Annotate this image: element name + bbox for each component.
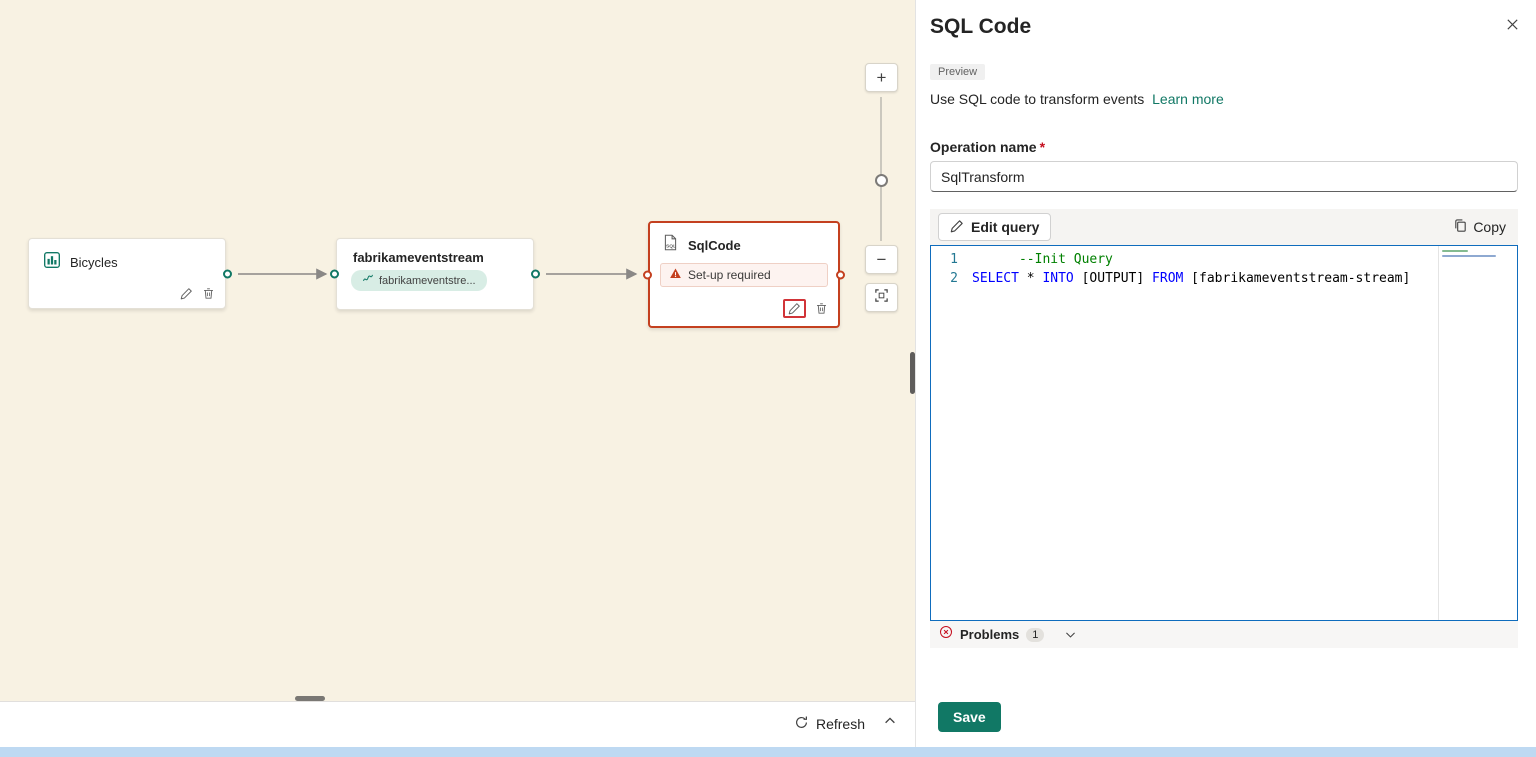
output-port[interactable]	[836, 270, 845, 279]
zoom-in-button[interactable]: +	[865, 63, 898, 92]
learn-more-link[interactable]: Learn more	[1152, 91, 1224, 107]
preview-badge: Preview	[930, 64, 986, 80]
refresh-icon	[794, 715, 809, 733]
refresh-button[interactable]: Refresh	[794, 715, 865, 733]
problems-bar[interactable]: Problems 1	[930, 621, 1518, 648]
problems-label: Problems	[960, 627, 1020, 642]
copy-label: Copy	[1473, 219, 1506, 235]
node-eventstream[interactable]: fabrikameventstream fabrikameventstre...	[330, 238, 540, 310]
zoom-out-button[interactable]: −	[865, 245, 898, 274]
close-panel-button[interactable]	[1505, 17, 1520, 35]
plus-icon: +	[876, 67, 887, 87]
error-circle-icon	[939, 625, 953, 644]
edit-query-label: Edit query	[971, 219, 1040, 235]
taskbar-edge	[0, 747, 1536, 757]
operation-name-label: Operation name *	[930, 139, 1046, 155]
canvas-footer: Refresh	[0, 701, 915, 745]
setup-required-label: Set-up required	[688, 268, 771, 282]
node-sqlcode-label: SqlCode	[688, 237, 741, 253]
expand-problems-chevron-icon[interactable]	[1064, 628, 1077, 641]
refresh-label: Refresh	[815, 715, 865, 732]
copy-icon	[1453, 218, 1468, 236]
edit-node-icon[interactable]	[180, 287, 193, 300]
node-eventstream-label: fabrikameventstream	[353, 250, 484, 265]
sql-code-editor[interactable]: 12 --Init Query SELECT * INTO [OUTPUT] FR…	[930, 245, 1518, 621]
fit-to-screen-button[interactable]	[865, 283, 898, 312]
panel-title: SQL Code	[930, 15, 1032, 38]
zoom-slider-handle[interactable]	[875, 174, 888, 187]
input-port[interactable]	[643, 270, 652, 279]
setup-required-badge: Set-up required	[660, 263, 828, 287]
output-port[interactable]	[531, 269, 540, 279]
node-bicycles[interactable]: Bicycles	[28, 238, 232, 309]
node-bicycles-label: Bicycles	[70, 255, 118, 270]
operation-name-input[interactable]	[930, 161, 1518, 192]
editor-toolbar: Edit query Copy	[930, 209, 1518, 245]
sql-code-panel: SQL Code Preview Use SQL code to transfo…	[915, 0, 1536, 747]
copy-button[interactable]: Copy	[1453, 218, 1506, 236]
minus-icon: −	[876, 249, 887, 269]
sql-document-icon: SQL	[662, 234, 679, 256]
problems-count-badge: 1	[1026, 627, 1045, 642]
minimap-line	[1442, 255, 1496, 257]
description-text: Use SQL code to transform events	[930, 91, 1145, 107]
line-numbers: 12	[950, 252, 958, 286]
close-icon	[1505, 17, 1520, 35]
output-port[interactable]	[223, 269, 232, 278]
eventstream-canvas[interactable]: Bicycles fabrikameventstream fabrikameve…	[0, 0, 915, 701]
edge-connections	[238, 268, 638, 280]
delete-node-icon[interactable]	[202, 287, 215, 300]
stream-icon	[362, 273, 374, 288]
minimap[interactable]	[1438, 246, 1506, 620]
stream-pill[interactable]: fabrikameventstre...	[351, 270, 487, 291]
code-lines[interactable]: --Init Query SELECT * INTO [OUTPUT] FROM …	[969, 246, 1517, 620]
collapse-chevron-icon[interactable]	[883, 714, 897, 733]
minimap-line	[1442, 250, 1468, 252]
panel-description: Use SQL code to transform events Learn m…	[930, 91, 1224, 107]
fit-to-screen-icon	[874, 288, 889, 308]
node-sqlcode[interactable]: SQL SqlCode Set-up required	[643, 221, 845, 328]
required-asterisk: *	[1039, 139, 1046, 155]
zoom-slider-track[interactable]	[880, 97, 882, 241]
warning-triangle-icon	[669, 267, 682, 283]
save-button[interactable]: Save	[938, 702, 1001, 732]
input-port[interactable]	[330, 269, 339, 279]
edit-node-icon-highlighted[interactable]	[783, 299, 806, 318]
editor-section: Edit query Copy 12 --Init Query SELECT * …	[930, 209, 1518, 648]
stream-pill-label: fabrikameventstre...	[379, 274, 476, 287]
bicycles-source-icon	[43, 251, 61, 274]
delete-node-icon[interactable]	[815, 302, 828, 315]
pencil-icon	[950, 219, 964, 236]
edit-query-button[interactable]: Edit query	[938, 213, 1052, 241]
svg-text:SQL: SQL	[666, 244, 676, 250]
eventstream-editor-screen: Bicycles fabrikameventstream fabrikameve…	[0, 0, 1536, 757]
